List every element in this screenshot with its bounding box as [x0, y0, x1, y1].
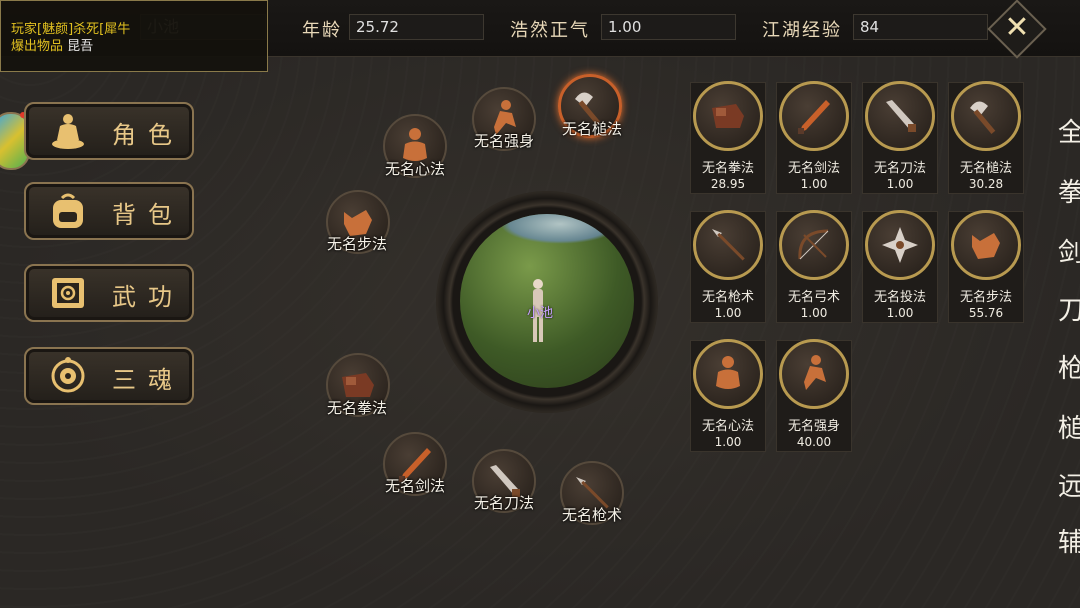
gauntlet-icon [712, 104, 744, 128]
skill-card-spear[interactable]: 无名枪术 1.00 [690, 210, 766, 323]
runner-icon [804, 355, 826, 390]
category-blade-tab[interactable]: 刀 [1058, 290, 1080, 327]
drop-prefix: 爆出物品 [11, 39, 64, 54]
bow-icon [798, 229, 829, 260]
meditate-icon [716, 356, 740, 389]
scroll-icon [52, 278, 84, 308]
skill-name: 无名槌法 [959, 161, 1012, 176]
skill-value: 1.00 [714, 306, 742, 320]
menu-martial-button[interactable]: 武功 [24, 264, 194, 322]
meditate-figure-icon [52, 114, 84, 149]
skill-value: 1.00 [800, 306, 828, 320]
category-sword-tab[interactable]: 剑 [1058, 232, 1080, 269]
sword-icon [798, 100, 830, 134]
exp-label: 江湖经验 [762, 20, 842, 41]
skill-value: 55.76 [968, 306, 1004, 320]
skill-value: 1.00 [714, 435, 742, 449]
skill-value: 1.00 [800, 177, 828, 191]
kill-notice: 玩家[魅颜]杀死[犀牛 爆出物品 昆吾 [0, 0, 268, 72]
spear-icon [712, 229, 745, 261]
orbit-skill-label: 无名步法 [326, 235, 387, 253]
skill-card-body[interactable]: 无名强身 40.00 [776, 339, 852, 452]
skill-card-hammer[interactable]: 无名槌法 30.28 [948, 81, 1024, 194]
soul-emblem-icon [51, 357, 85, 393]
fox-icon [972, 233, 1000, 259]
category-fist-tab[interactable]: 拳 [1058, 172, 1080, 209]
drop-item: 昆吾 [67, 39, 94, 54]
age-value: 25.72 [349, 14, 484, 40]
category-all-tab[interactable]: 全 [1058, 112, 1080, 149]
category-spear-tab[interactable]: 枪 [1058, 348, 1080, 385]
righteous-label: 浩然正气 [510, 20, 590, 41]
orbit-skill-label: 无名拳法 [326, 399, 387, 417]
skill-card-sword[interactable]: 无名剑法 1.00 [776, 81, 852, 194]
skill-name: 无名拳法 [701, 161, 754, 176]
skill-name: 无名投法 [873, 290, 926, 305]
orbit-skill-label: 无名槌法 [561, 120, 622, 138]
skill-name: 无名枪术 [701, 290, 754, 305]
skill-value: 1.00 [886, 306, 914, 320]
skill-card-blade[interactable]: 无名刀法 1.00 [862, 81, 938, 194]
backpack-icon [53, 193, 83, 228]
menu-label: 三魂 [112, 366, 184, 394]
righteous-value: 1.00 [601, 14, 736, 40]
menu-character-button[interactable]: 角色 [24, 102, 194, 160]
skill-name: 无名剑法 [787, 161, 840, 176]
blade-icon [886, 100, 916, 132]
skill-card-fist[interactable]: 无名拳法 28.95 [690, 81, 766, 194]
skill-card-step[interactable]: 无名步法 55.76 [948, 210, 1024, 323]
category-aux-tab[interactable]: 辅 [1058, 522, 1080, 559]
character-portrait [460, 214, 634, 388]
menu-label: 武功 [112, 283, 184, 311]
menu-label: 角色 [112, 121, 184, 149]
skill-card-bow[interactable]: 无名弓术 1.00 [776, 210, 852, 323]
skill-name: 无名弓术 [787, 290, 840, 305]
close-icon[interactable]: ✕ [1002, 10, 1032, 46]
skill-name: 无名刀法 [873, 161, 926, 176]
menu-label: 背包 [112, 201, 184, 229]
skill-name: 无名强身 [787, 419, 840, 434]
orbit-skill-label: 无名心法 [384, 160, 445, 178]
skill-value: 28.95 [710, 177, 746, 191]
kill-notice-line: 玩家[魅颜]杀死[犀牛 [11, 22, 131, 37]
menu-soul-button[interactable]: 三魂 [24, 347, 194, 405]
orbit-skill-label: 无名枪术 [561, 506, 622, 524]
age-label: 年龄 [302, 20, 342, 41]
character-name-label: 小池 [526, 306, 553, 321]
skill-card-throw[interactable]: 无名投法 1.00 [862, 210, 938, 323]
category-ranged-tab[interactable]: 远 [1058, 466, 1080, 503]
axe-icon [970, 101, 996, 135]
menu-bag-button[interactable]: 背包 [24, 182, 194, 240]
exp-value: 84 [853, 14, 988, 40]
skill-name: 无名步法 [959, 290, 1012, 305]
drop-notice-line: 爆出物品 昆吾 [11, 39, 93, 55]
skill-card-mind[interactable]: 无名心法 1.00 [690, 339, 766, 452]
category-hammer-tab[interactable]: 槌 [1058, 408, 1080, 445]
shuriken-icon [882, 227, 918, 263]
skill-value: 1.00 [886, 177, 914, 191]
skill-name: 无名心法 [701, 419, 754, 434]
skill-value: 30.28 [968, 177, 1004, 191]
skill-value: 40.00 [796, 435, 832, 449]
